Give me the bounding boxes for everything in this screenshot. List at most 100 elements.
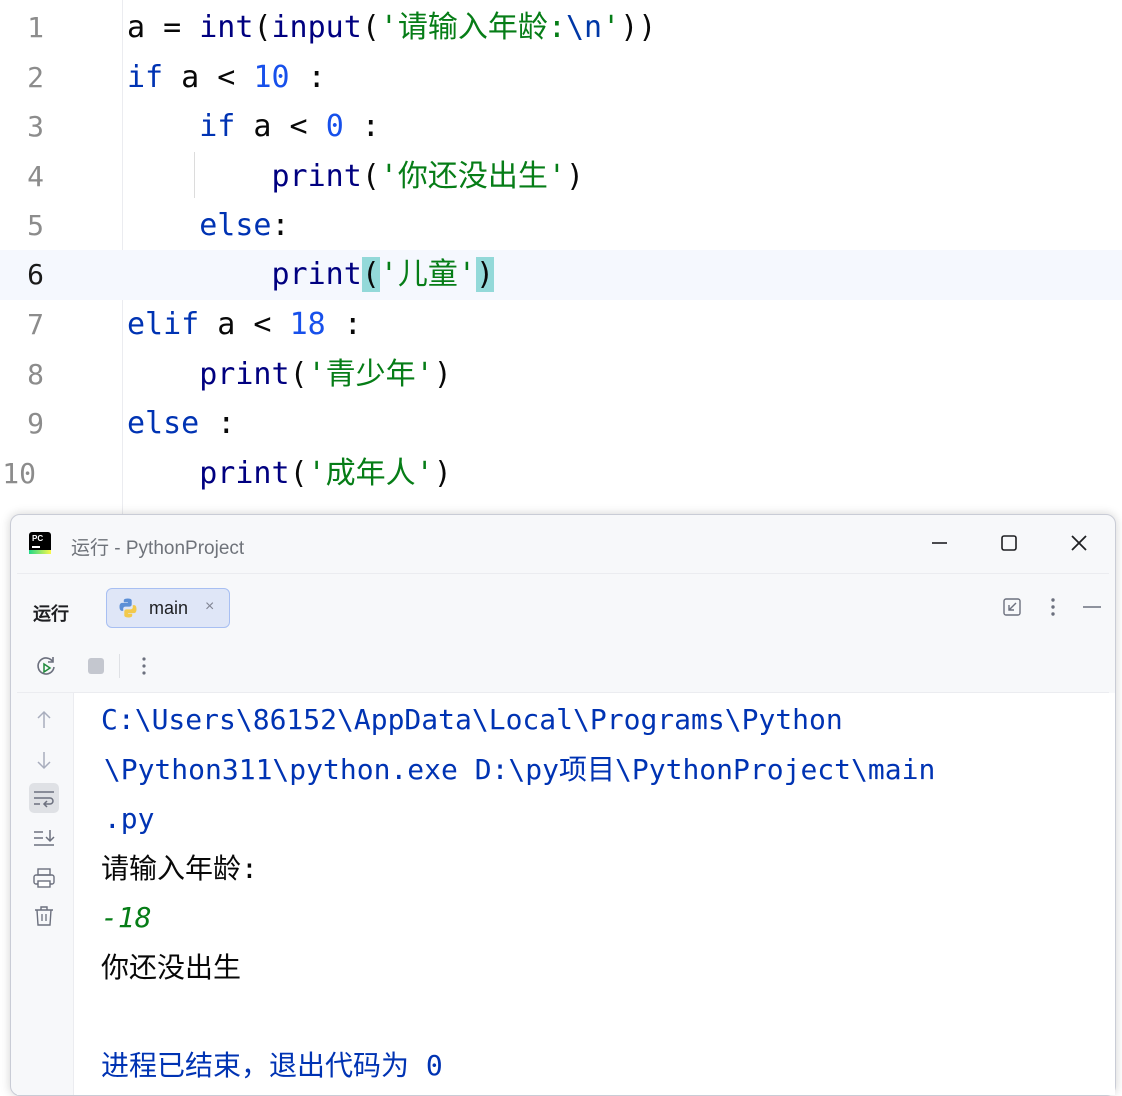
code-token: a < xyxy=(163,60,254,95)
code-line[interactable]: 8 print('青少年') xyxy=(0,350,1122,400)
line-number: 10 xyxy=(2,457,36,490)
code-token: ) xyxy=(476,257,495,292)
scroll-up-button[interactable] xyxy=(29,705,59,735)
code-text: print('青少年') xyxy=(127,350,452,400)
code-text: if a < 10 : xyxy=(127,53,326,103)
python-icon xyxy=(119,598,137,618)
code-token: print xyxy=(271,159,362,194)
console-user-input: -18 xyxy=(101,901,152,934)
line-number: 9 xyxy=(27,407,44,440)
line-number: 3 xyxy=(27,110,44,143)
code-text: else : xyxy=(127,399,235,449)
code-line[interactable]: 10 print('成年人') xyxy=(0,449,1122,499)
code-text: elif a < 18 : xyxy=(127,300,362,350)
code-token: ( xyxy=(361,257,380,292)
code-token: : xyxy=(343,109,380,144)
more-options-button[interactable] xyxy=(1040,594,1066,620)
code-token: a = xyxy=(127,10,200,45)
code-token: print xyxy=(199,357,290,392)
restore-layout-button[interactable] xyxy=(1000,594,1026,620)
console-line: C:\Users\86152\AppData\Local\Programs\Py… xyxy=(101,703,843,736)
close-button[interactable] xyxy=(1061,527,1097,561)
code-token: '成年人' xyxy=(307,456,434,491)
code-text: a = int(input('请输入年龄:\n')) xyxy=(127,3,656,53)
minimize-button[interactable] xyxy=(921,527,957,561)
more-vertical-icon xyxy=(1051,598,1055,616)
code-token: '儿童' xyxy=(379,257,476,292)
code-text: if a < 0 : xyxy=(127,102,380,152)
scroll-to-end-button[interactable] xyxy=(29,823,59,853)
code-line[interactable]: 1 a = int(input('请输入年龄:\n')) xyxy=(0,3,1122,53)
code-token: ' xyxy=(602,10,621,45)
code-token: \n xyxy=(566,10,603,45)
code-line[interactable]: 5 else: xyxy=(0,201,1122,251)
line-number: 6 xyxy=(27,258,44,291)
code-token: : xyxy=(325,307,362,342)
code-token: ) xyxy=(566,159,585,194)
hide-panel-button[interactable] xyxy=(1079,594,1105,620)
line-number: 7 xyxy=(27,308,44,341)
code-token: if xyxy=(127,60,164,95)
console-exit-message: 进程已结束，退出代码为 0 xyxy=(101,1049,443,1082)
code-token: else xyxy=(127,406,200,441)
run-toolbar: 运行 main × xyxy=(17,573,1109,641)
run-tool-window: PC 运行 - PythonProject 运行 main × C:\Users… xyxy=(10,514,1116,1096)
code-token: 18 xyxy=(289,307,326,342)
minimize-icon xyxy=(932,542,947,544)
stop-button[interactable] xyxy=(83,653,109,679)
code-editor[interactable]: 1 a = int(input('请输入年龄:\n')) 2 if a < 10… xyxy=(0,0,1122,520)
run-actions-bar xyxy=(17,640,1109,693)
code-text: print('成年人') xyxy=(127,449,452,499)
code-token: : xyxy=(271,208,290,243)
stop-icon xyxy=(88,658,104,674)
collapse-window-icon xyxy=(1003,598,1021,616)
more-actions-button[interactable] xyxy=(131,653,157,679)
clear-all-button[interactable] xyxy=(29,901,59,931)
code-token: '你还没出生' xyxy=(379,159,566,194)
console-output[interactable]: C:\Users\86152\AppData\Local\Programs\Py… xyxy=(74,693,1115,1095)
code-token: elif xyxy=(127,307,200,342)
code-token: '青少年' xyxy=(307,357,434,392)
tab-main[interactable]: main × xyxy=(106,588,230,628)
line-number: 1 xyxy=(27,11,44,44)
code-line[interactable]: 2 if a < 10 : xyxy=(0,53,1122,103)
code-line[interactable]: 7 elif a < 18 : xyxy=(0,300,1122,350)
code-token: '请输入年龄: xyxy=(379,10,566,45)
code-line[interactable]: 9 else : xyxy=(0,399,1122,449)
code-token: )) xyxy=(620,10,657,45)
code-line[interactable]: 4 print('你还没出生') xyxy=(0,152,1122,202)
print-button[interactable] xyxy=(29,863,59,893)
rerun-button[interactable] xyxy=(33,653,59,679)
separator xyxy=(119,654,120,678)
code-token: int xyxy=(199,10,254,45)
code-token: a < xyxy=(199,307,290,342)
pycharm-icon: PC xyxy=(29,532,51,554)
current-code-line[interactable]: 6 print('儿童') xyxy=(0,250,1122,300)
scroll-down-button[interactable] xyxy=(29,745,59,775)
arrow-up-icon xyxy=(37,710,51,728)
trash-icon xyxy=(35,906,53,926)
code-token: print xyxy=(271,257,362,292)
soft-wrap-button[interactable] xyxy=(29,783,59,813)
code-token: input xyxy=(271,10,362,45)
code-token: ( xyxy=(289,357,308,392)
tab-label: main xyxy=(149,598,189,618)
title-bar[interactable]: PC 运行 - PythonProject xyxy=(11,515,1115,573)
line-number: 8 xyxy=(27,358,44,391)
soft-wrap-icon xyxy=(34,791,54,808)
code-token: a < xyxy=(235,109,326,144)
console-line: 请输入年龄: xyxy=(101,852,258,885)
code-token: if xyxy=(199,109,236,144)
maximize-icon xyxy=(1001,535,1017,551)
code-token: print xyxy=(199,456,290,491)
tab-close-icon[interactable]: × xyxy=(205,598,214,616)
arrow-down-icon xyxy=(37,752,51,770)
code-line[interactable]: 3 if a < 0 : xyxy=(0,102,1122,152)
code-text: print('你还没出生') xyxy=(127,152,585,202)
maximize-button[interactable] xyxy=(991,527,1027,561)
code-token: ( xyxy=(253,10,272,45)
